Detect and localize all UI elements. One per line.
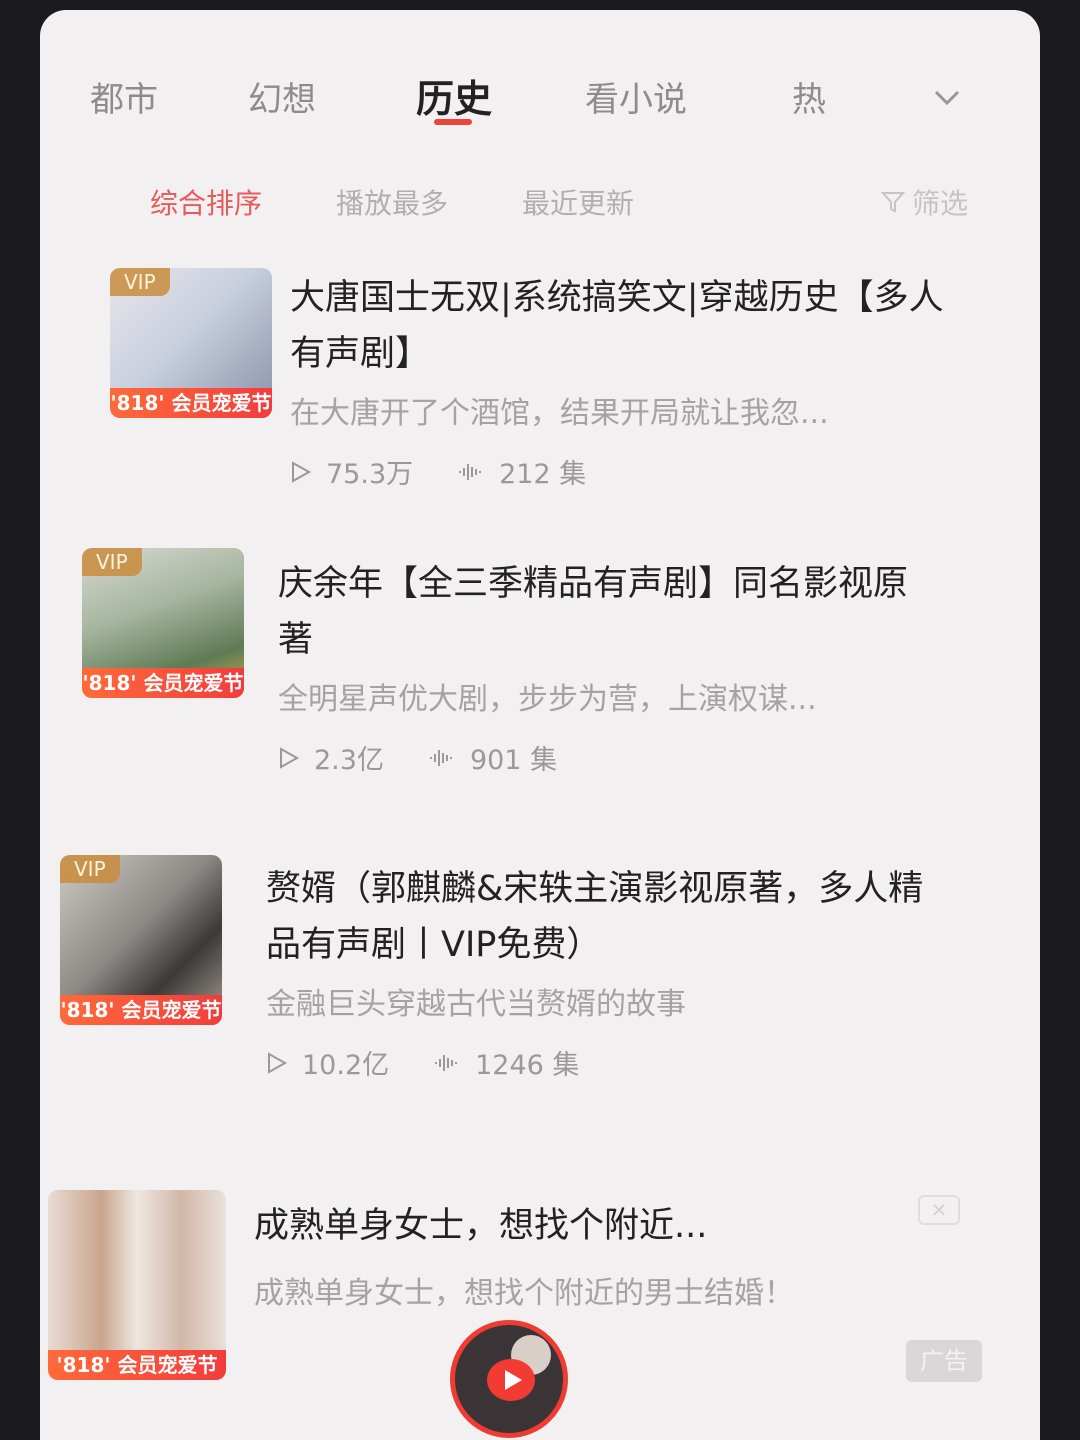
item-meta: 75.3万 212 集 [290, 452, 950, 491]
promo-badge: '818' 会员宠爱节 [48, 1350, 226, 1380]
episode-count: 1246 集 [475, 1050, 580, 1081]
promo-badge: '818' 会员宠爱节 [110, 388, 272, 418]
item-meta: 2.3亿 901 集 [278, 738, 938, 777]
tab-lishi[interactable]: 历史 [416, 68, 492, 123]
episodes-icon [459, 463, 482, 480]
play-count-icon [280, 746, 300, 769]
play-count: 2.3亿 [314, 745, 384, 776]
item-desc: 全明星声优大剧，步步为营，上演权谋... [278, 682, 817, 717]
sort-most-played[interactable]: 播放最多 [336, 182, 448, 222]
ad-label: 广告 [906, 1340, 982, 1382]
episodes-icon [429, 749, 452, 766]
play-count-icon [268, 1051, 288, 1074]
play-count: 10.2亿 [302, 1050, 390, 1081]
ad-info: 成熟单身女士，想找个附近... 成熟单身女士，想找个附近的男士结婚！ [254, 1198, 954, 1312]
filter-label: 筛选 [911, 187, 968, 220]
ad-cover-image: '818' 会员宠爱节 [48, 1190, 226, 1380]
sort-recent[interactable]: 最近更新 [522, 182, 634, 222]
item-info: 大唐国士无双|系统搞笑文|穿越历史【多人有声剧】 在大唐开了个酒馆，结果开局就让… [290, 270, 950, 491]
app-screen: 都市 幻想 历史 看小说 热 综合排序 播放最多 最近更新 筛选 VIP '81… [40, 10, 1040, 1440]
item-info: 赘婿（郭麒麟&宋轶主演影视原著，多人精品有声剧丨VIP免费） 金融巨头穿越古代当… [266, 861, 926, 1082]
ad-close-icon[interactable]: ✕ [918, 1195, 960, 1225]
tab-re[interactable]: 热 [792, 72, 826, 121]
filter-button[interactable]: 筛选 [880, 182, 968, 222]
ad-title: 成熟单身女士，想找个附近... [254, 1206, 708, 1246]
cover-image: VIP '818' 会员宠爱节 [110, 268, 272, 418]
episode-count: 901 集 [469, 745, 558, 776]
play-count: 75.3万 [326, 459, 414, 490]
floating-player[interactable] [450, 1320, 568, 1438]
promo-badge: '818' 会员宠爱节 [82, 668, 244, 698]
cover-image: VIP '818' 会员宠爱节 [82, 548, 244, 698]
ad-desc: 成熟单身女士，想找个附近的男士结婚！ [254, 1276, 794, 1311]
vip-badge: VIP [110, 268, 170, 296]
filter-icon [880, 192, 906, 213]
promo-badge: '818' 会员宠爱节 [60, 995, 222, 1025]
tab-huanxiang[interactable]: 幻想 [248, 72, 316, 121]
item-title: 赘婿（郭麒麟&宋轶主演影视原著，多人精品有声剧丨VIP免费） [266, 869, 924, 965]
tab-dushi[interactable]: 都市 [90, 72, 158, 121]
active-tab-indicator [434, 119, 472, 125]
item-info: 庆余年【全三季精品有声剧】同名影视原著 全明星声优大剧，步步为营，上演权谋...… [278, 556, 938, 777]
play-icon [505, 1370, 522, 1390]
vip-badge: VIP [82, 548, 142, 576]
item-desc: 在大唐开了个酒馆，结果开局就让我忽... [290, 396, 829, 431]
episodes-icon [435, 1054, 458, 1071]
item-desc: 金融巨头穿越古代当赘婿的故事 [266, 987, 686, 1022]
chevron-down-icon[interactable] [932, 82, 962, 112]
cover-image: VIP '818' 会员宠爱节 [60, 855, 222, 1025]
sort-bar: 综合排序 播放最多 最近更新 筛选 [40, 170, 1040, 230]
episode-count: 212 集 [499, 459, 587, 490]
vip-badge: VIP [60, 855, 120, 883]
item-title: 庆余年【全三季精品有声剧】同名影视原著 [278, 564, 909, 660]
category-tabs: 都市 幻想 历史 看小说 热 [40, 50, 1040, 140]
sort-composite[interactable]: 综合排序 [150, 182, 262, 222]
play-count-icon [292, 460, 312, 483]
play-button[interactable] [487, 1359, 535, 1401]
item-meta: 10.2亿 1246 集 [266, 1043, 926, 1082]
item-title: 大唐国士无双|系统搞笑文|穿越历史【多人有声剧】 [290, 278, 944, 374]
tab-kanxiaoshuo[interactable]: 看小说 [585, 72, 687, 121]
